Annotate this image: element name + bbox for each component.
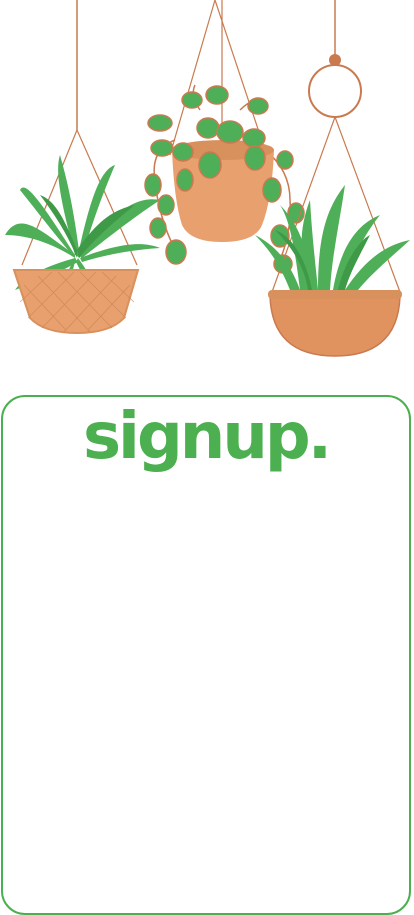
middle-planter bbox=[144, 0, 305, 274]
right-planter bbox=[255, 0, 410, 357]
left-planter bbox=[5, 0, 160, 335]
hero-illustration bbox=[0, 0, 414, 370]
page-title: signup. bbox=[82, 400, 332, 474]
signup-card: signup. bbox=[1, 395, 411, 915]
hanging-plants-illustration bbox=[5, 0, 410, 357]
